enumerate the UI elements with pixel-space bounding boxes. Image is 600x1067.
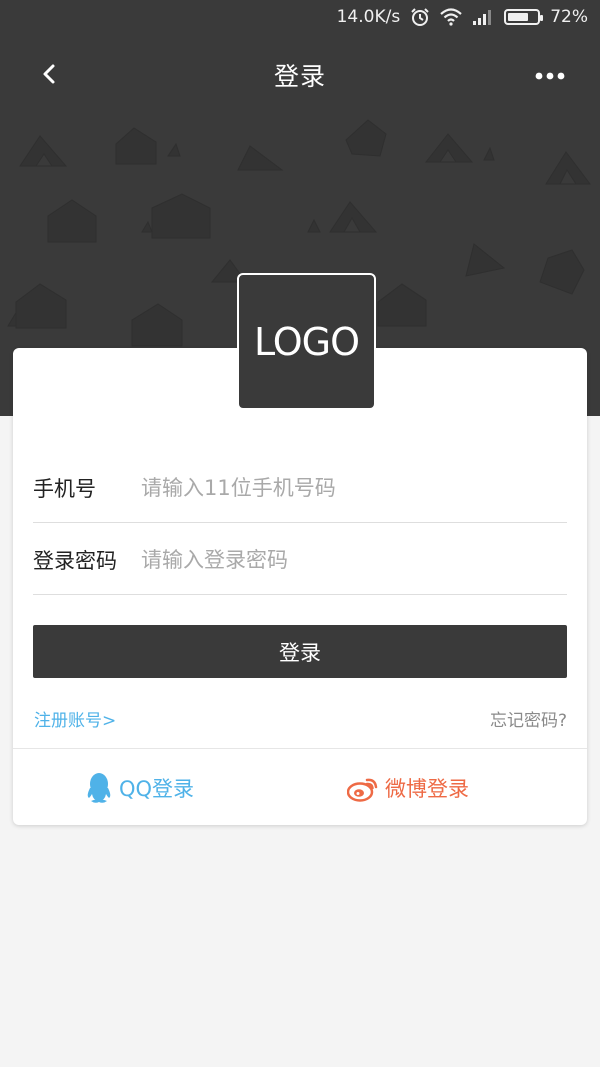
app-logo: LOGO [237, 273, 376, 410]
qq-login-label: QQ登录 [119, 777, 195, 801]
battery-percent: 72% [550, 7, 588, 27]
phone-field: 手机号 [33, 453, 567, 523]
signal-icon [472, 8, 494, 26]
status-bar: 14.0K/s 72% [0, 0, 600, 34]
battery-icon [504, 9, 544, 25]
login-card: 手机号 登录密码 登录 注册账号> 忘记密码? QQ登录 微博登录 [13, 348, 587, 825]
battery-level [508, 13, 529, 21]
more-button[interactable] [528, 56, 572, 96]
divider [13, 748, 587, 749]
password-input[interactable] [141, 547, 541, 572]
forgot-password-link[interactable]: 忘记密码? [490, 706, 567, 731]
qq-icon [87, 773, 111, 803]
password-label: 登录密码 [33, 548, 117, 573]
login-button[interactable]: 登录 [33, 625, 567, 678]
navigation-bar: 登录 [0, 38, 600, 112]
phone-input[interactable] [141, 475, 541, 500]
register-link[interactable]: 注册账号> [34, 706, 116, 731]
password-field: 登录密码 [33, 525, 567, 595]
wifi-icon [440, 8, 462, 26]
back-button[interactable] [30, 54, 70, 94]
more-dots-icon [535, 72, 565, 80]
page-title: 登录 [273, 62, 326, 91]
phone-label: 手机号 [33, 476, 96, 501]
alarm-icon [410, 7, 430, 27]
weibo-login-button[interactable]: 微博登录 [347, 768, 469, 808]
back-chevron-icon [43, 64, 55, 84]
qq-login-button[interactable]: QQ登录 [85, 768, 194, 808]
network-speed: 14.0K/s [336, 7, 401, 27]
weibo-icon [347, 778, 378, 802]
weibo-login-label: 微博登录 [385, 777, 469, 801]
